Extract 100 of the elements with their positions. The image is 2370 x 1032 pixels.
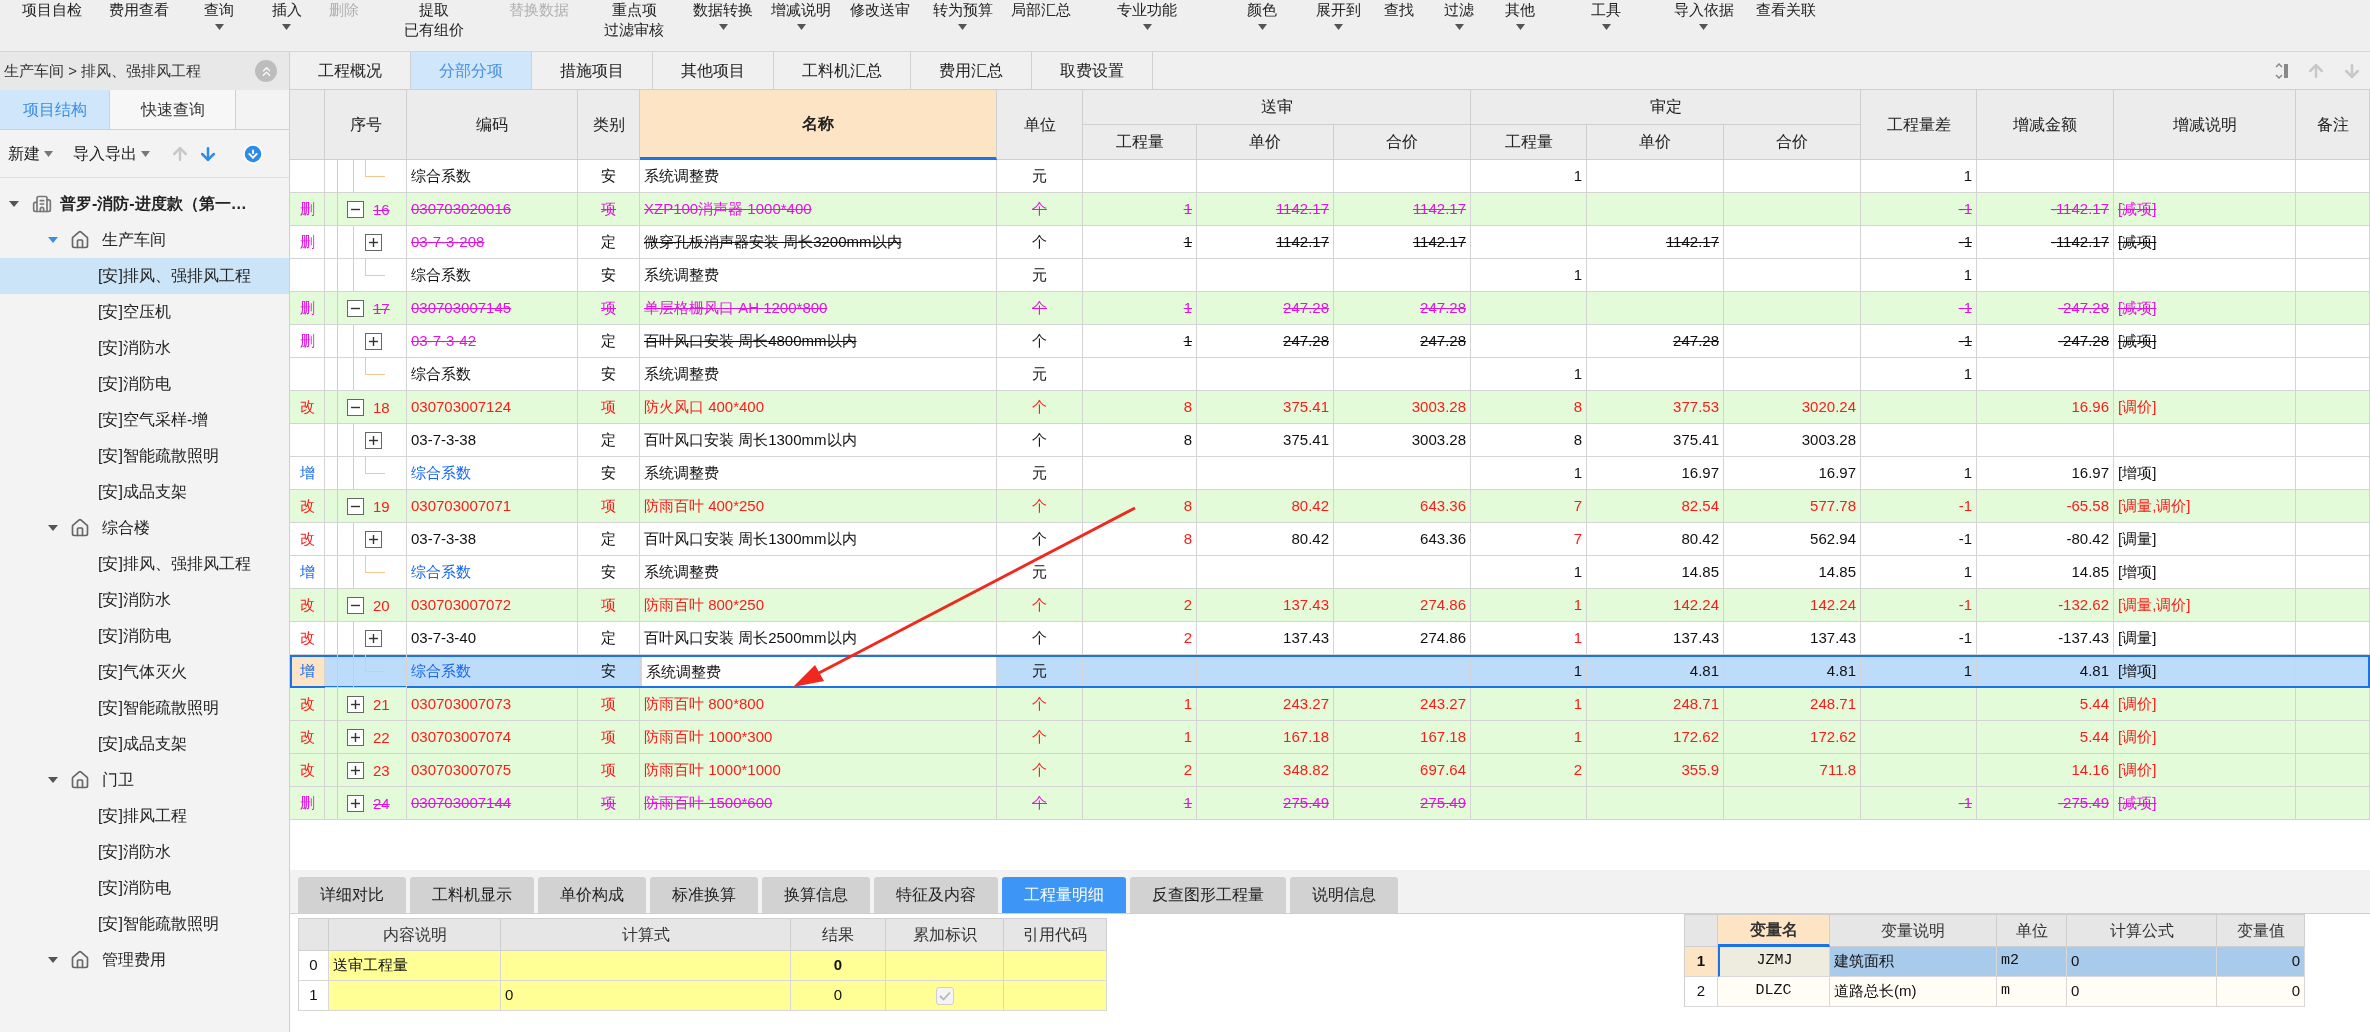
toolbar-button[interactable]: 数据转换 <box>684 0 762 50</box>
caret-down-icon[interactable] <box>9 199 19 209</box>
column-header[interactable]: 内容说明 <box>329 919 501 951</box>
detail-tab[interactable]: 反查图形工程量 <box>1130 877 1286 913</box>
column-header[interactable]: 编码 <box>407 90 578 160</box>
toolbar-button[interactable]: 过滤 <box>1429 0 1489 50</box>
detail-tab[interactable]: 工料机显示 <box>410 877 534 913</box>
column-header[interactable]: 单位 <box>997 90 1083 160</box>
toolbar-button[interactable]: 查找 <box>1369 0 1429 50</box>
sidebar-tab[interactable]: 快速查询 <box>110 90 236 129</box>
table-row[interactable]: 综合系数 安 系统调整费 元 1 1 <box>290 358 2370 391</box>
plus-box-icon[interactable] <box>347 696 364 713</box>
table-row[interactable]: 改 18 030703007124 项 防火风口 400*400 个 8 375.41 3003.28 8 377.53 3020.24 16.96 [调价] <box>290 391 2370 424</box>
table-row[interactable]: 删 16 030703020016 项 XZP100消声器 1000*400 个 1 1142.17 1142.17 -1 -1142.17 [减项] <box>290 193 2370 226</box>
column-header[interactable]: 计算公式 <box>2067 915 2217 947</box>
toolbar-button[interactable]: 提取 已有组价 <box>374 0 494 50</box>
plus-box-icon[interactable] <box>365 531 382 548</box>
toolbar-button[interactable]: 插入 <box>259 0 314 50</box>
toolbar-button[interactable]: 费用查看 <box>99 0 179 50</box>
plus-box-icon[interactable] <box>347 729 364 746</box>
toolbar-button[interactable]: 局部汇总 <box>1005 0 1077 50</box>
toolbar-button[interactable]: 增减说明 <box>762 0 840 50</box>
column-header[interactable]: 工程量 <box>1083 125 1197 160</box>
toolbar-button[interactable]: 查看关联 <box>1746 0 1826 50</box>
table-row[interactable]: 删 17 030703007145 项 单层格栅风口 AH 1200*800 个 1 247.28 247.28 -1 -247.28 [减项] <box>290 292 2370 325</box>
table-row[interactable]: 2 DLZC 道路总长(m) m 0 0 <box>1685 977 2305 1007</box>
tab[interactable]: 措施项目 <box>532 52 653 89</box>
tree-item[interactable]: [安]空压机 <box>98 300 171 324</box>
tree-item[interactable]: [安]消防水 <box>98 336 171 360</box>
caret-down-icon[interactable] <box>48 523 58 533</box>
column-header[interactable]: 引用代码 <box>1004 919 1107 951</box>
tree-item[interactable]: [安]成品支架 <box>98 732 187 756</box>
tree-item[interactable]: [安]气体灭火 <box>98 660 187 684</box>
column-header[interactable]: 审定 <box>1471 90 1861 125</box>
table-row[interactable]: 改 03-7-3-40 定 百叶风口安装 周长2500mm以内 个 2 137.43 274.86 1 137.43 137.43 -1 -137.43 [调量] <box>290 622 2370 655</box>
table-row[interactable]: 综合系数 安 系统调整费 元 1 1 <box>290 160 2370 193</box>
tree-item[interactable]: [安]智能疏散照明 <box>98 912 219 936</box>
table-row[interactable]: 改 22 030703007074 项 防雨百叶 1000*300 个 1 167.18 167.18 1 172.62 172.62 5.44 [调价] <box>290 721 2370 754</box>
tree-item[interactable]: [安]成品支架 <box>98 480 187 504</box>
column-header[interactable]: 单位 <box>1997 915 2067 947</box>
table-row[interactable]: 删 03-7-3-42 定 百叶风口安装 周长4800mm以内 个 1 247.28 247.28 247.28 -1 -247.28 [减项] <box>290 325 2370 358</box>
column-header[interactable]: 工程量差 <box>1861 90 1977 160</box>
plus-box-icon[interactable] <box>365 234 382 251</box>
plus-box-icon[interactable] <box>347 762 364 779</box>
minus-box-icon[interactable] <box>347 597 364 614</box>
column-header[interactable]: 变量说明 <box>1830 915 1997 947</box>
column-header[interactable]: 增减金额 <box>1977 90 2114 160</box>
table-row[interactable]: 改 21 030703007073 项 防雨百叶 800*800 个 1 243.27 243.27 1 248.71 248.71 5.44 [调价] <box>290 688 2370 721</box>
tree-item[interactable]: 管理费用 <box>102 948 166 972</box>
tree-item[interactable]: 普罗-消防-进度款（第一… <box>60 192 247 216</box>
detail-tab[interactable]: 特征及内容 <box>874 877 998 913</box>
table-row[interactable]: 删 03-7-3-208 定 微穿孔板消声器安装 周长3200mm以内 个 1 1142.17 1142.17 1142.17 -1 -1142.17 [减项] <box>290 226 2370 259</box>
caret-down-icon[interactable] <box>48 775 58 785</box>
detail-tab[interactable]: 标准换算 <box>650 877 758 913</box>
toolbar-button[interactable]: 其他 <box>1489 0 1551 50</box>
caret-down-icon[interactable] <box>48 955 58 965</box>
tree-item[interactable]: [安]消防电 <box>98 372 171 396</box>
plus-box-icon[interactable] <box>365 333 382 350</box>
column-header[interactable]: 序号 <box>325 90 407 160</box>
toolbar-button[interactable]: 修改送审 <box>840 0 920 50</box>
minus-box-icon[interactable] <box>347 201 364 218</box>
column-header[interactable]: 送审 <box>1083 90 1471 125</box>
toolbar-button[interactable]: 转为预算 <box>920 0 1005 50</box>
column-header[interactable]: 累加标识 <box>886 919 1004 951</box>
tab[interactable]: 费用汇总 <box>911 52 1032 89</box>
column-header[interactable]: 名称 <box>640 90 997 160</box>
caret-down-icon[interactable] <box>48 235 58 245</box>
minus-box-icon[interactable] <box>347 300 364 317</box>
minus-box-icon[interactable] <box>347 399 364 416</box>
detail-tab[interactable]: 详细对比 <box>298 877 406 913</box>
column-header[interactable]: 变量名 <box>1718 915 1830 947</box>
toolbar-button[interactable]: 工具 <box>1551 0 1661 50</box>
tree-item[interactable]: [安]消防水 <box>98 840 171 864</box>
name-input[interactable]: 系统调整费 <box>640 655 997 688</box>
tree-item[interactable]: [安]智能疏散照明 <box>98 696 219 720</box>
detail-tab[interactable]: 单价构成 <box>538 877 646 913</box>
column-header[interactable]: 合价 <box>1334 125 1471 160</box>
toolbar-button[interactable]: 导入依据 <box>1661 0 1746 50</box>
column-header[interactable]: 备注 <box>2296 90 2370 160</box>
toolbar-button[interactable]: 重点项 过滤审核 <box>584 0 684 50</box>
column-header[interactable]: 结果 <box>791 919 886 951</box>
tree-item[interactable]: [安]排风、强排风工程 <box>98 552 251 576</box>
tab[interactable]: 取费设置 <box>1032 52 1153 89</box>
table-row[interactable]: 增 综合系数 安 系统调整费 元 1 4.81 4.81 1 4.81 [增项] <box>290 655 2370 688</box>
tree-item[interactable]: 生产车间 <box>102 228 166 252</box>
toolbar-button[interactable]: 专业功能 <box>1077 0 1217 50</box>
split-icon[interactable] <box>2274 61 2290 80</box>
toolbar-button[interactable]: 颜色 <box>1217 0 1307 50</box>
table-row[interactable]: 改 19 030703007071 项 防雨百叶 400*250 个 8 80.42 643.36 7 82.54 577.78 -1 -65.58 [调量,调价] <box>290 490 2370 523</box>
tree-item[interactable]: [安]排风工程 <box>98 804 187 828</box>
tree-item[interactable]: [安]智能疏散照明 <box>98 444 219 468</box>
tree-item[interactable]: [安]消防电 <box>98 624 171 648</box>
tree-item[interactable]: 综合楼 <box>102 516 150 540</box>
table-row[interactable]: 增 综合系数 安 系统调整费 元 1 14.85 14.85 1 14.85 [增项] <box>290 556 2370 589</box>
column-header[interactable]: 工程量 <box>1471 125 1587 160</box>
column-header[interactable]: 变量值 <box>2217 915 2305 947</box>
table-row[interactable]: 03-7-3-38 定 百叶风口安装 周长1300mm以内 个 8 375.41 3003.28 8 375.41 3003.28 <box>290 424 2370 457</box>
toolbar-button[interactable]: 项目自检 <box>4 0 99 50</box>
plus-box-icon[interactable] <box>365 630 382 647</box>
table-row[interactable]: 改 03-7-3-38 定 百叶风口安装 周长1300mm以内 个 8 80.42 643.36 7 80.42 562.94 -1 -80.42 [调量] <box>290 523 2370 556</box>
